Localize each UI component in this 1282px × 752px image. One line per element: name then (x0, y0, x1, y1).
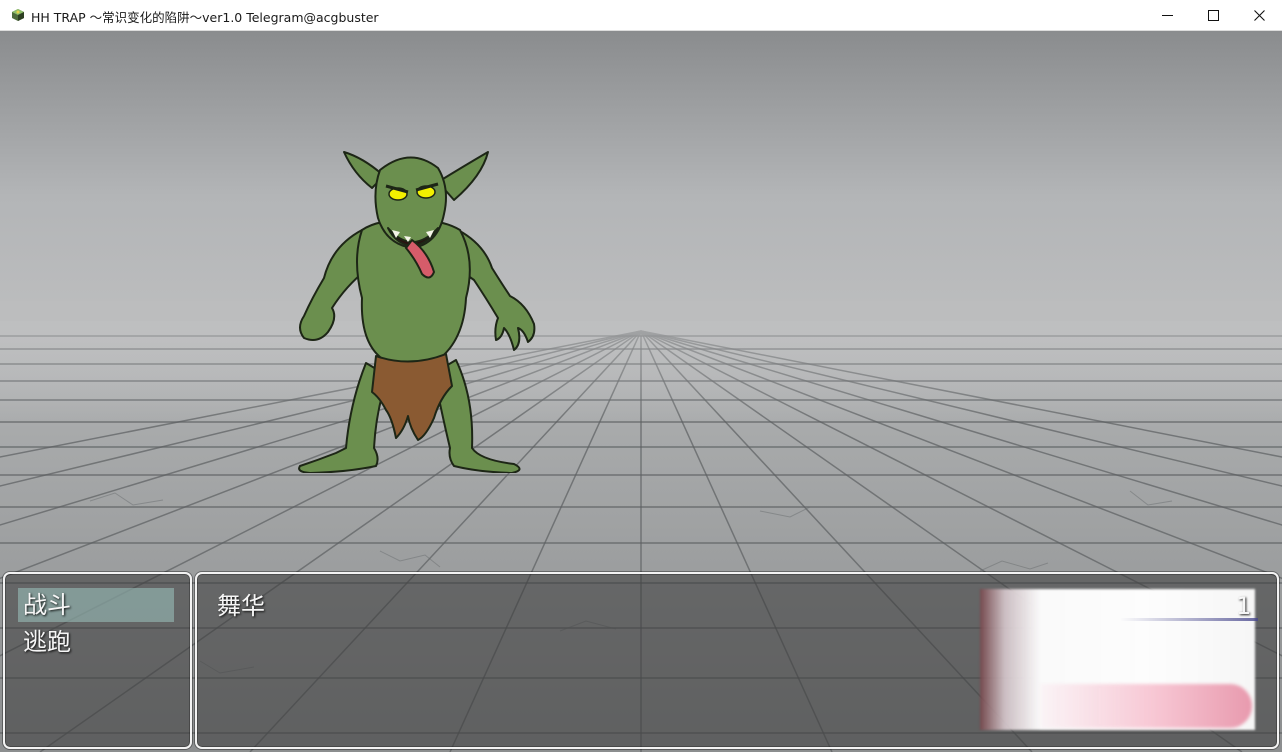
goblin-enemy[interactable] (288, 148, 548, 473)
actor-portrait-highlight (1040, 684, 1252, 728)
maximize-button[interactable] (1190, 0, 1236, 31)
close-button[interactable] (1236, 0, 1282, 31)
maximize-icon (1207, 10, 1219, 21)
window-title-bar[interactable]: HH TRAP ～常识变化的陷阱～ver1.0 Telegram@acgbust… (0, 0, 1282, 31)
command-escape[interactable]: 逃跑 (18, 625, 174, 659)
window-title: HH TRAP ～常识变化的陷阱～ver1.0 Telegram@acgbust… (31, 10, 379, 25)
actor-level-value: 1 (1236, 592, 1252, 620)
actor-name[interactable]: 舞华 (217, 589, 265, 623)
minimize-icon (1161, 15, 1173, 16)
command-fight[interactable]: 战斗 (18, 588, 174, 622)
app-icon (12, 9, 24, 21)
close-icon (1253, 10, 1265, 21)
minimize-button[interactable] (1144, 0, 1190, 31)
